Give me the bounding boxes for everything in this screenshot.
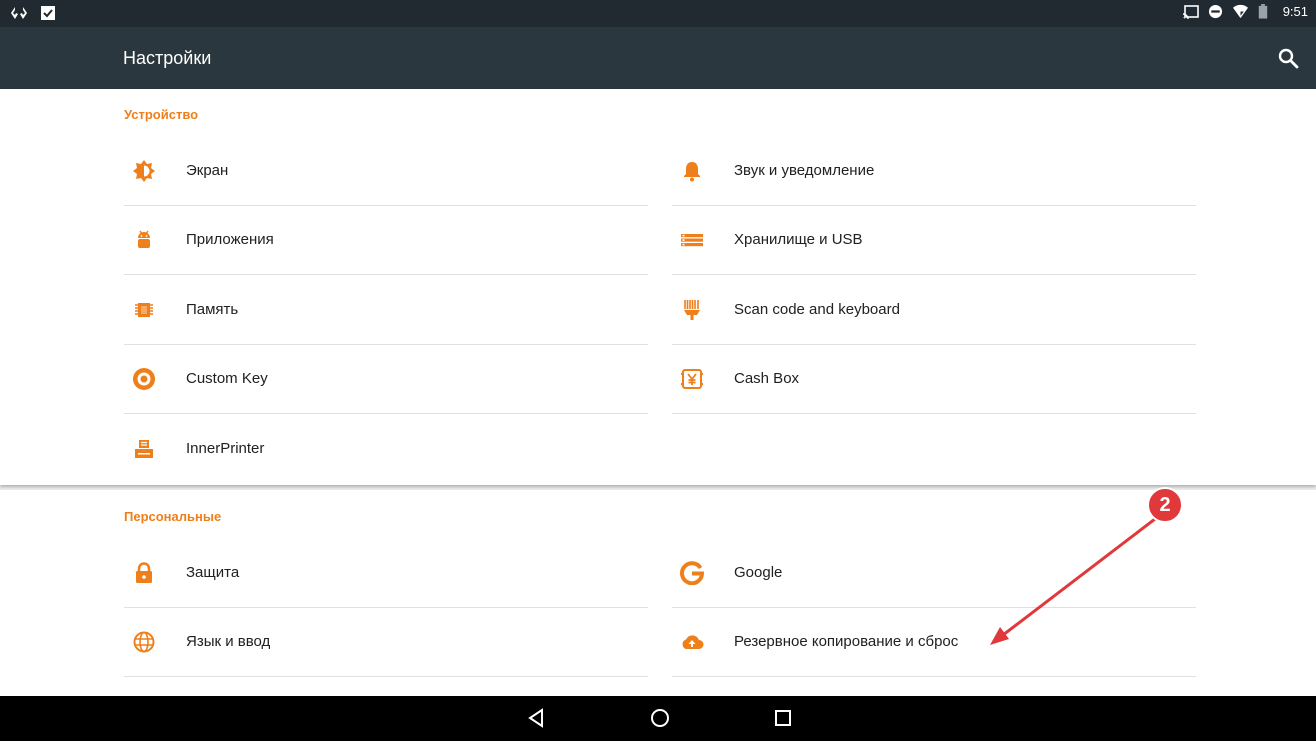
settings-item-security[interactable]: Защита <box>124 539 648 608</box>
settings-item-apps[interactable]: Приложения <box>124 206 648 275</box>
settings-item-label: Приложения <box>186 231 274 248</box>
home-icon[interactable] <box>648 706 672 730</box>
settings-item-language[interactable]: Язык и ввод <box>124 608 648 677</box>
android-icon <box>138 230 150 248</box>
google-icon <box>680 561 704 585</box>
settings-item-backup-reset[interactable]: Резервное копирование и сброс <box>672 608 1196 677</box>
lock-icon <box>136 562 152 583</box>
settings-item-label: Google <box>734 564 783 581</box>
settings-item-label: Custom Key <box>186 370 268 387</box>
sync-icon <box>11 7 27 19</box>
settings-item-display[interactable]: Экран <box>124 137 648 206</box>
personal-section: Персональные Защита Google Язык и ввод Р… <box>0 490 1316 696</box>
cloud-upload-icon <box>682 635 704 649</box>
scanner-icon <box>684 300 700 320</box>
annotation-badge: 2 <box>1147 487 1183 523</box>
settings-item-label: InnerPrinter <box>186 440 265 457</box>
storage-icon <box>681 234 703 247</box>
status-bar: 9:51 <box>0 0 1316 27</box>
settings-item-label: Scan code and keyboard <box>734 301 900 318</box>
brightness-icon <box>133 160 155 182</box>
annotation-badge-number: 2 <box>1159 494 1171 516</box>
settings-item-label: Память <box>186 301 239 318</box>
settings-item-label: Cash Box <box>734 370 800 387</box>
recents-icon[interactable] <box>771 706 795 730</box>
section-title-personal: Персональные <box>124 509 222 524</box>
navigation-bar <box>0 696 1316 741</box>
settings-item-cash-box[interactable]: Cash Box <box>672 345 1196 414</box>
section-title-device: Устройство <box>124 107 199 122</box>
battery-icon <box>1258 4 1267 19</box>
settings-item-memory[interactable]: Память <box>124 276 648 345</box>
back-icon[interactable] <box>525 706 549 730</box>
search-icon[interactable] <box>1276 46 1300 70</box>
do-not-disturb-icon <box>1208 4 1222 19</box>
settings-item-label: Экран <box>186 162 229 179</box>
custom-key-icon <box>133 368 155 390</box>
settings-item-google[interactable]: Google <box>672 539 1196 608</box>
page-title: Настройки <box>123 48 212 68</box>
settings-item-scan-code[interactable]: Scan code and keyboard <box>672 276 1196 345</box>
printer-icon <box>135 440 153 458</box>
settings-item-label: Язык и ввод <box>186 633 271 650</box>
settings-item-sound[interactable]: Звук и уведомление <box>672 137 1196 206</box>
checklist-icon <box>41 6 55 20</box>
settings-item-label: Защита <box>186 564 240 581</box>
settings-item-inner-printer[interactable]: InnerPrinter <box>124 415 648 484</box>
wifi-icon <box>1232 4 1248 19</box>
settings-item-label: Хранилище и USB <box>734 231 863 248</box>
settings-item-label: Звук и уведомление <box>734 162 875 179</box>
device-section: Устройство Экран Звук и уведомление Прил… <box>0 89 1316 485</box>
cash-box-icon <box>681 369 703 389</box>
status-time: 9:51 <box>1282 4 1308 19</box>
cast-icon <box>1182 4 1199 19</box>
globe-icon <box>133 631 155 653</box>
settings-item-custom-key[interactable]: Custom Key <box>124 345 648 414</box>
bell-icon <box>684 162 700 182</box>
app-toolbar: Настройки <box>0 27 1316 89</box>
settings-item-storage[interactable]: Хранилище и USB <box>672 206 1196 275</box>
settings-item-label: Резервное копирование и сброс <box>734 633 959 650</box>
memory-icon <box>135 303 153 317</box>
